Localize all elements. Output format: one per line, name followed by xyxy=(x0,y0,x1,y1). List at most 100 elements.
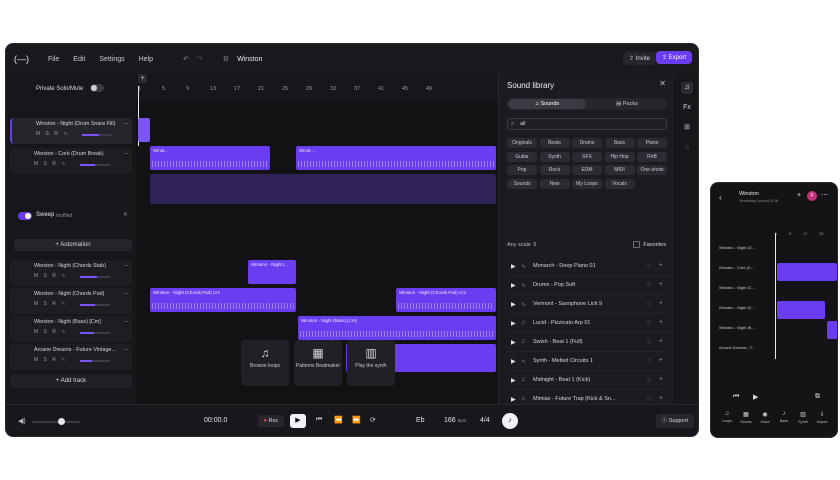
more-icon[interactable]: ⋯ xyxy=(821,191,828,199)
export-button[interactable]: ⇪ Export xyxy=(655,51,692,64)
loop-icon[interactable]: ⟳ xyxy=(370,416,376,424)
tag-filter[interactable]: MIDI xyxy=(604,165,635,175)
track-menu-icon[interactable]: – xyxy=(125,121,128,127)
menu-settings[interactable]: Settings xyxy=(99,56,124,63)
add-icon[interactable]: + xyxy=(659,281,663,288)
heart-icon[interactable]: ♡ xyxy=(646,358,651,365)
sound-list-item[interactable]: ▶ ♫ Midnight - Beat 1 (Kick) ♡ + xyxy=(507,372,667,390)
play-icon[interactable]: ▶ xyxy=(511,320,516,327)
play-icon[interactable]: ▶ xyxy=(511,339,516,346)
heart-icon[interactable]: ♡ xyxy=(646,377,651,384)
mobile-track[interactable]: Winston - Night (C... xyxy=(719,305,771,313)
sound-list-item[interactable]: ▶ ♫ Swish - Beat 1 (Full) ♡ + xyxy=(507,334,667,352)
volume-slider[interactable] xyxy=(82,134,112,136)
record-button[interactable]: ● Rec xyxy=(258,415,284,427)
settings-icon[interactable]: ⧉ xyxy=(815,393,820,401)
tag-filter[interactable]: Beats xyxy=(539,138,570,148)
tag-filter[interactable]: Drums xyxy=(572,138,602,148)
play-icon[interactable]: ▶ xyxy=(511,282,516,289)
mobile-track[interactable]: Winston - Night (D... xyxy=(719,245,771,253)
track-controls[interactable]: M S R ∿ xyxy=(34,273,67,279)
track-controls[interactable]: M S R ∿ xyxy=(34,301,67,307)
close-icon[interactable]: ✕ xyxy=(659,79,666,88)
sound-list-item[interactable]: ▶ ∿ Monarch - Deep Piano 01 ♡ + xyxy=(507,258,667,276)
track-menu-icon[interactable]: – xyxy=(125,263,128,269)
track-row[interactable]: Arcane Dreams - Future Vintage... M S R … xyxy=(10,344,132,370)
volume-slider[interactable] xyxy=(80,276,110,278)
sound-list-item[interactable]: ▶ ∿ Drums - Pop Soft ♡ + xyxy=(507,277,667,295)
track-row[interactable]: Winston - Night (Bass) [Cm] M S R ∿ – xyxy=(10,316,132,342)
play-icon[interactable]: ▶ xyxy=(511,377,516,384)
rewind-icon[interactable]: ⏪ xyxy=(334,416,343,424)
track-controls[interactable]: M S R ∿ xyxy=(34,161,67,167)
sound-list-item[interactable]: ▶ ♫ Lucid - Pizzicato Arp 01 ♡ + xyxy=(507,315,667,333)
clip-drum-break[interactable]: Winst... xyxy=(296,146,496,170)
browse-loops-card[interactable]: ♫ Browse loops xyxy=(241,340,289,386)
track-controls[interactable]: M S R ∿ xyxy=(34,329,67,335)
sound-list-item[interactable]: ▶ ∿ Synth - Melted Circuits 1 ♡ + xyxy=(507,353,667,371)
close-icon[interactable]: ✕ xyxy=(123,211,128,218)
track-menu-icon[interactable]: – xyxy=(125,291,128,297)
add-marker-button[interactable]: + xyxy=(138,74,147,83)
play-icon[interactable]: ▶ xyxy=(511,263,516,270)
tag-filter[interactable]: Pop xyxy=(507,165,537,175)
track-row[interactable]: Winston - Night (Chords Stab) M S R ∿ – xyxy=(10,260,132,286)
add-icon[interactable]: + xyxy=(797,192,801,199)
tab-sounds[interactable]: ♫ Sounds xyxy=(508,99,586,109)
track-menu-icon[interactable]: – xyxy=(125,151,128,157)
mobile-track[interactable]: Winston - Night (C... xyxy=(719,285,771,293)
sound-list-item[interactable]: ▶ ∿ Vermont - Saxophone Lick 9 ♡ + xyxy=(507,296,667,314)
scale-dropdown[interactable]: Any scale ⇕ xyxy=(507,242,537,248)
track-row[interactable]: Winston - Night (Chords Pad) M S R ∿ – xyxy=(10,288,132,314)
heart-icon[interactable]: ♡ xyxy=(646,301,651,308)
clip-chords-stab[interactable]: Winston - Night (... xyxy=(248,260,296,284)
heart-icon[interactable]: ♡ xyxy=(646,282,651,289)
add-icon[interactable]: + xyxy=(659,357,663,364)
tag-filter[interactable]: SFX xyxy=(572,151,602,162)
track-menu-icon[interactable]: – xyxy=(125,347,128,353)
metronome-icon[interactable]: ♪ xyxy=(502,413,518,429)
sound-list-item[interactable]: ▶ ♫ Mimias - Future Trap (Kick & Sn... ♡ + xyxy=(507,391,667,404)
tag-filter[interactable]: Guitar xyxy=(507,151,537,162)
project-settings-icon[interactable]: ⚙ xyxy=(223,55,229,63)
add-track-button[interactable]: + Add track xyxy=(10,374,132,388)
tag-filter[interactable]: Sounds xyxy=(507,178,537,189)
nav-import[interactable]: ⇩ Import xyxy=(812,411,832,424)
volume-slider[interactable] xyxy=(80,360,110,362)
track-menu-icon[interactable]: – xyxy=(125,319,128,325)
menu-edit[interactable]: Edit xyxy=(73,56,85,63)
tag-filter[interactable]: Hip Hop xyxy=(604,151,635,162)
undo-icon[interactable]: ↶ xyxy=(183,55,189,63)
tag-filter[interactable]: My Loops xyxy=(572,178,602,189)
music-icon[interactable]: ♫ xyxy=(681,82,693,94)
tag-filter[interactable]: RnB xyxy=(637,151,667,162)
tag-filter[interactable]: Piano xyxy=(637,138,667,148)
track-row[interactable]: Winston - Night (Drum Snare Fill) M S R … xyxy=(10,118,132,144)
play-icon[interactable]: ▶ xyxy=(511,301,516,308)
beatmaker-card[interactable]: ▦ Patterns Beatmaker xyxy=(294,340,342,386)
tag-filter[interactable]: EDM xyxy=(572,165,602,175)
volume-slider[interactable] xyxy=(80,332,110,334)
play-icon[interactable]: ▶ xyxy=(753,393,758,401)
add-icon[interactable]: + xyxy=(659,319,663,326)
clip-bass[interactable]: Winston - Night (Bass) [Cm] xyxy=(298,316,496,340)
tab-packs[interactable]: ▤ Packs xyxy=(588,99,666,109)
mobile-clip[interactable] xyxy=(777,263,837,281)
add-icon[interactable]: + xyxy=(659,262,663,269)
slider-thumb[interactable] xyxy=(57,418,65,425)
clip-drum-break[interactable]: Winst... xyxy=(150,146,270,170)
mobile-track[interactable]: Arcane Dreams - F... xyxy=(719,345,771,353)
add-icon[interactable]: + xyxy=(659,300,663,307)
checkbox[interactable] xyxy=(633,241,641,248)
back-arrow-icon[interactable]: ‹ xyxy=(719,193,722,202)
app-logo[interactable]: (—) xyxy=(14,54,34,64)
play-icon[interactable]: ▶ xyxy=(511,396,516,403)
heart-icon[interactable]: ♡ xyxy=(646,339,651,346)
tag-filter[interactable]: Vocals xyxy=(604,178,635,189)
synth-card[interactable]: ▥ Play the synth xyxy=(347,340,395,386)
skip-back-icon[interactable]: ⏮ xyxy=(316,416,322,424)
project-title[interactable]: Winston xyxy=(237,56,262,63)
clip-chords-pad[interactable]: Winston - Night (Chords Pad) Cm xyxy=(150,288,296,312)
track-row[interactable]: Winston - Cork (Drum Break) M S R ∿ – xyxy=(10,148,132,174)
volume-slider[interactable] xyxy=(80,304,110,306)
